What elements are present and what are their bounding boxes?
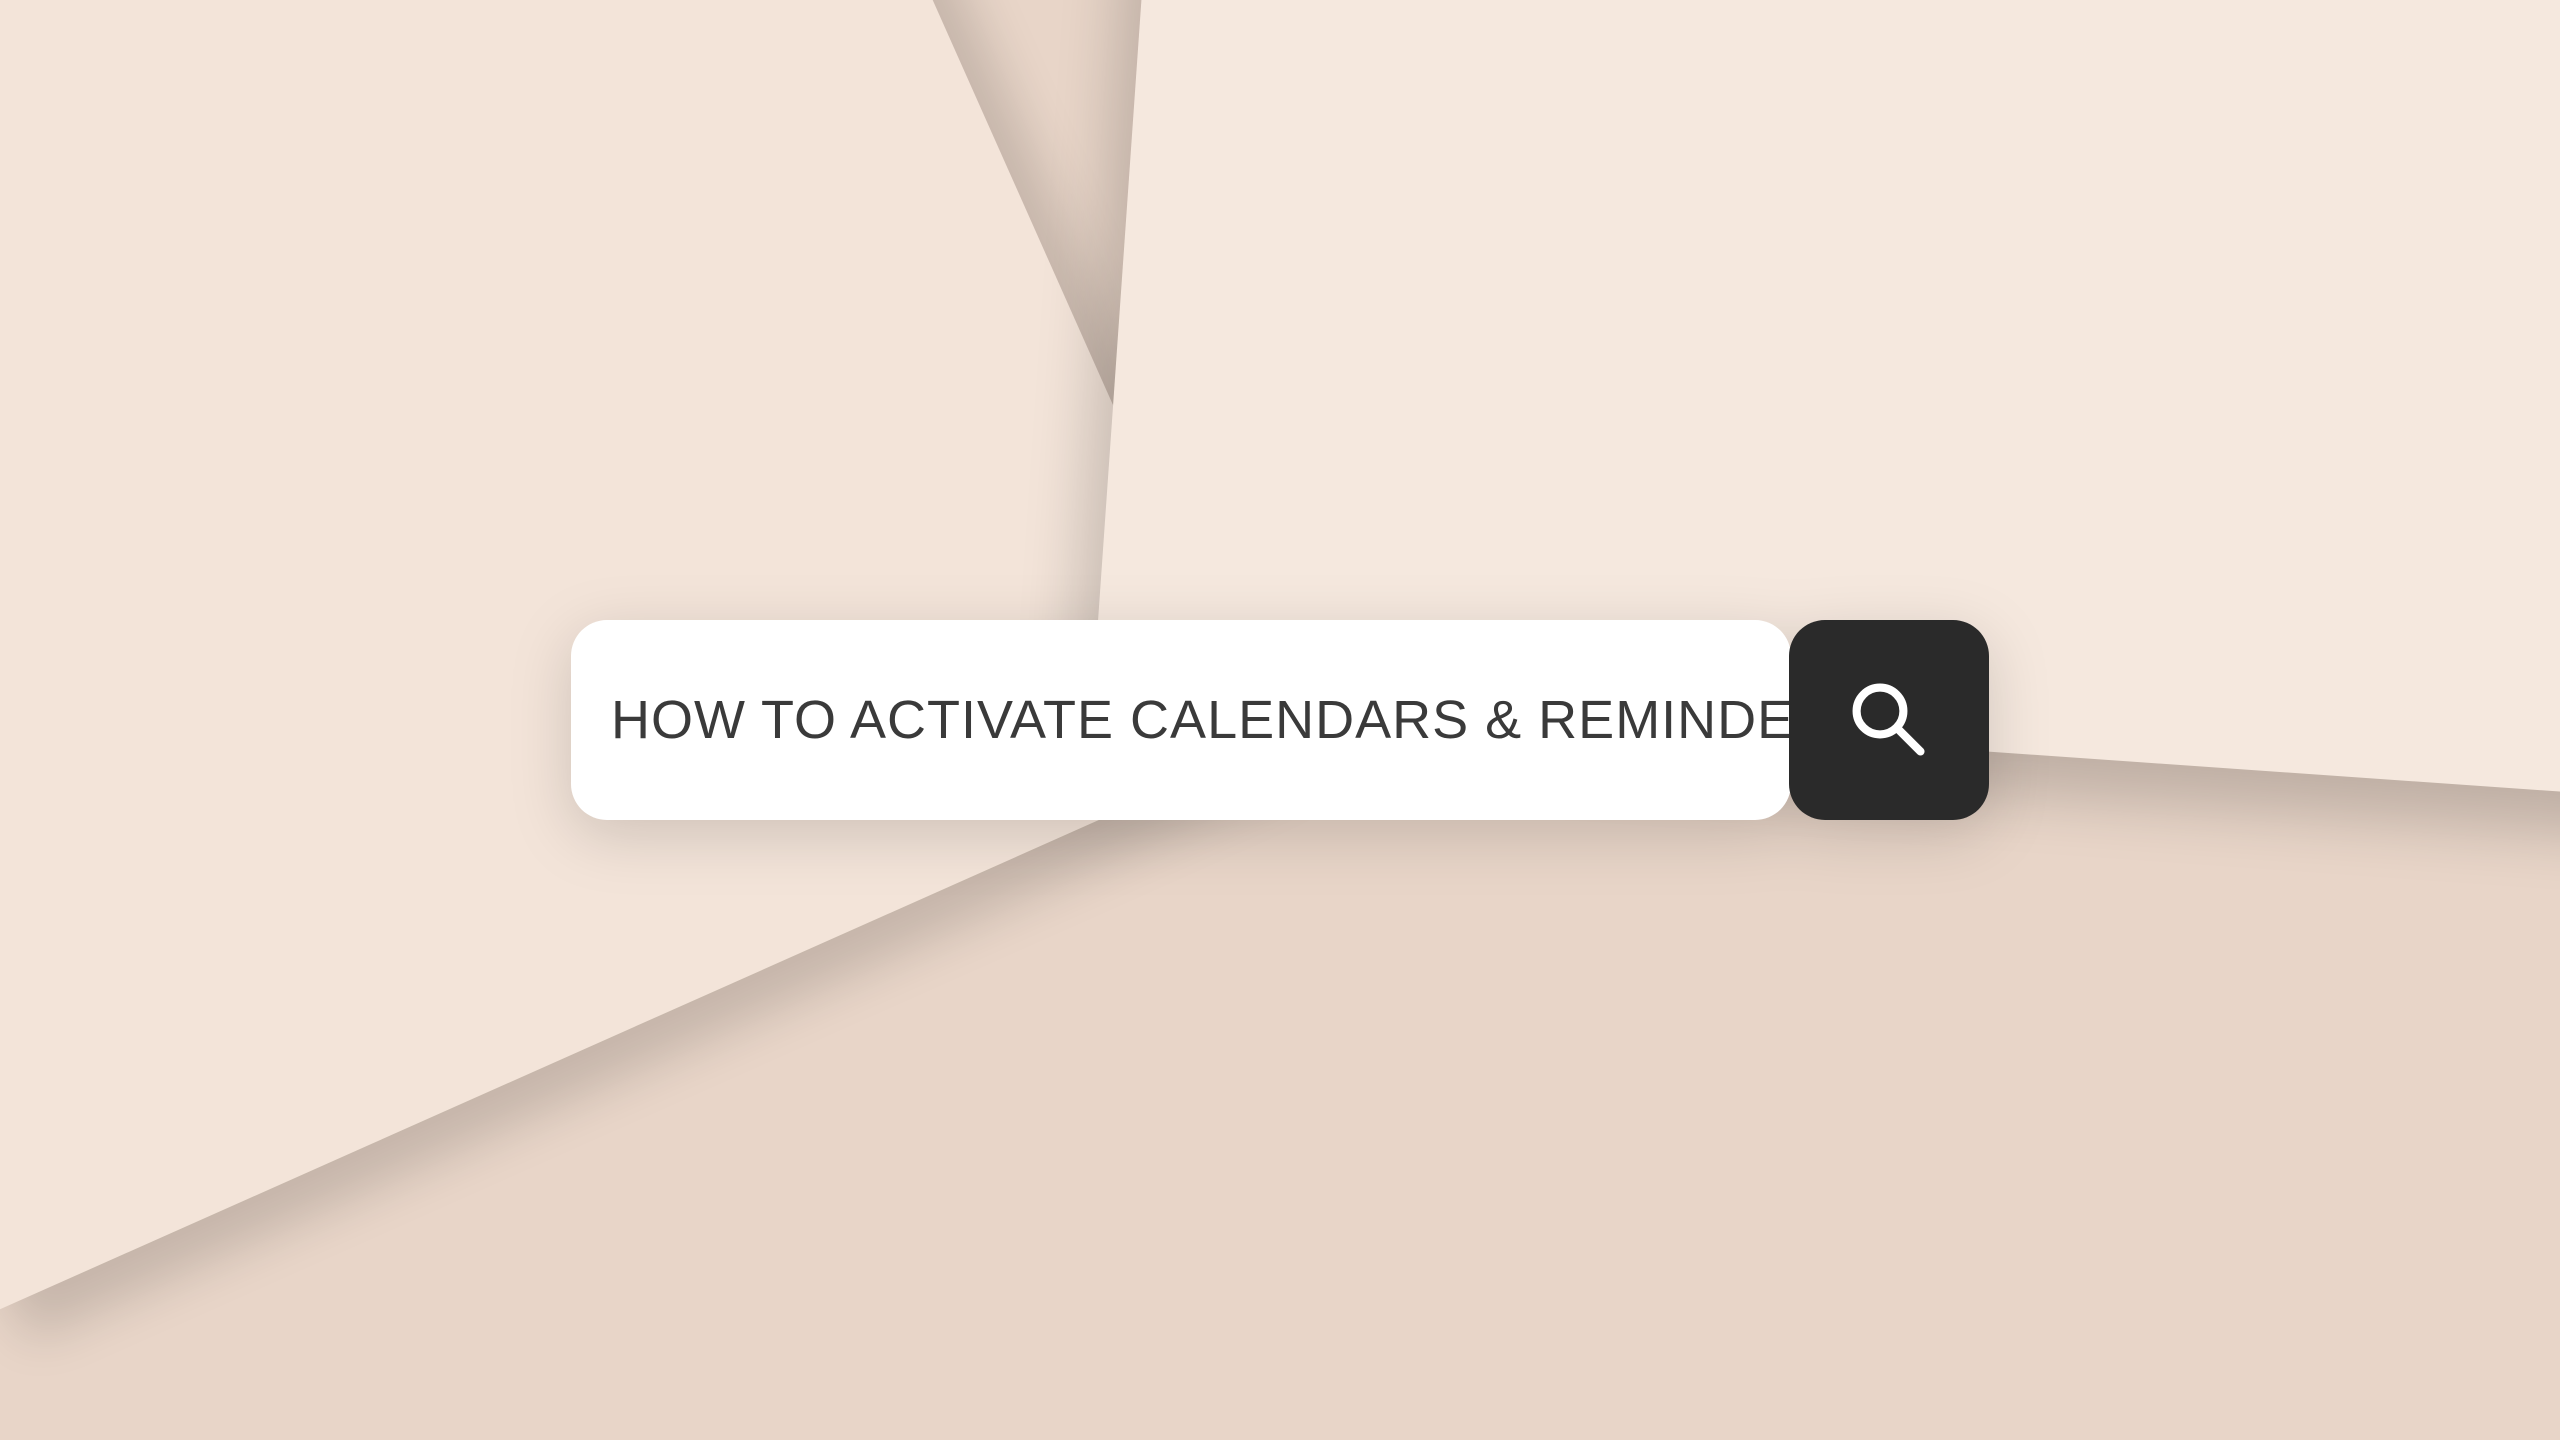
search-query-text: HOW TO ACTIVATE CALENDARS & REMINDERS [611, 689, 1871, 751]
search-icon [1844, 675, 1934, 765]
search-bar-container: HOW TO ACTIVATE CALENDARS & REMINDERS [571, 620, 1989, 820]
search-button[interactable] [1789, 620, 1989, 820]
search-input[interactable]: HOW TO ACTIVATE CALENDARS & REMINDERS [571, 620, 1791, 820]
